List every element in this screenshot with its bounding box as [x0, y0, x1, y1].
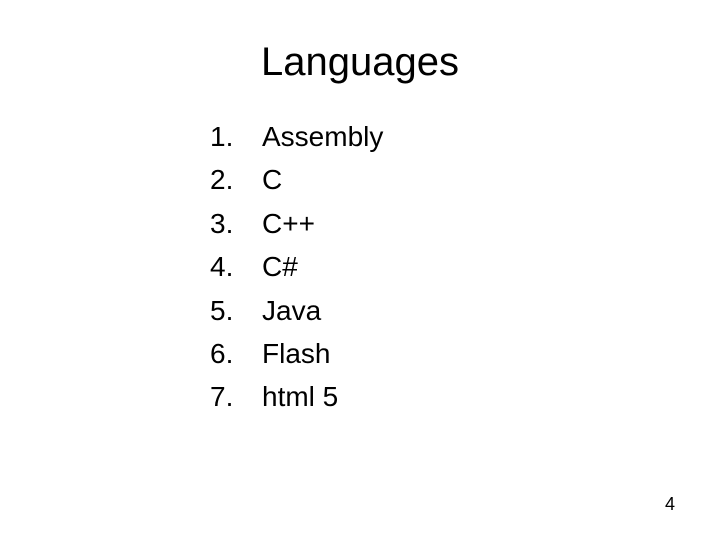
list-number: 1.: [210, 115, 254, 158]
list-item: 6. Flash: [210, 332, 660, 375]
list-text: C#: [262, 245, 298, 288]
list-text: C++: [262, 202, 315, 245]
slide: Languages 1. Assembly 2. C 3. C++ 4. C# …: [0, 0, 720, 540]
list-item: 3. C++: [210, 202, 660, 245]
list-text: Flash: [262, 332, 330, 375]
list-number: 3.: [210, 202, 254, 245]
list-text: Assembly: [262, 115, 383, 158]
list-number: 2.: [210, 158, 254, 201]
languages-list: 1. Assembly 2. C 3. C++ 4. C# 5. Java 6.…: [210, 115, 660, 419]
list-number: 6.: [210, 332, 254, 375]
list-item: 5. Java: [210, 289, 660, 332]
list-text: Java: [262, 289, 321, 332]
page-number: 4: [665, 494, 675, 515]
list-item: 1. Assembly: [210, 115, 660, 158]
list-text: C: [262, 158, 282, 201]
list-number: 4.: [210, 245, 254, 288]
list-text: html 5: [262, 375, 338, 418]
list-item: 2. C: [210, 158, 660, 201]
page-title: Languages: [60, 40, 660, 85]
list-item: 7. html 5: [210, 375, 660, 418]
list-number: 5.: [210, 289, 254, 332]
list-item: 4. C#: [210, 245, 660, 288]
list-number: 7.: [210, 375, 254, 418]
